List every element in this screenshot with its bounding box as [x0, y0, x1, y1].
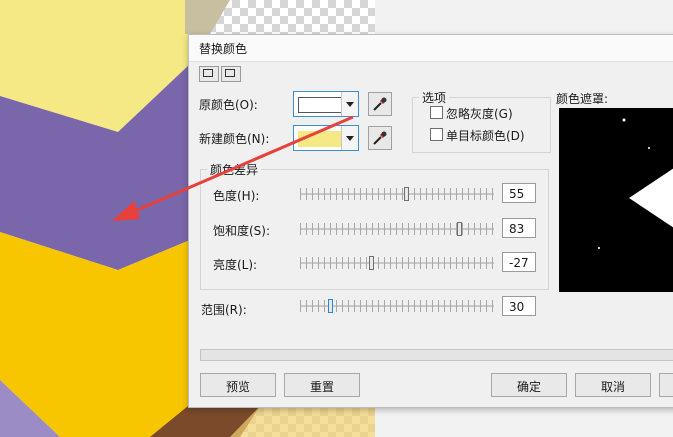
range-slider[interactable] [300, 299, 494, 313]
ignore-gray-checkbox[interactable] [430, 106, 443, 119]
single-view-icon [225, 69, 235, 77]
slider-thumb[interactable] [328, 299, 333, 313]
lightness-label: 亮度(L): [213, 258, 258, 272]
hue-label: 色度(H): [213, 189, 260, 203]
single-target-label: 单目标颜色(D) [446, 129, 525, 143]
dialog-titlebar: 替换颜色 [189, 35, 673, 62]
split-view-button[interactable] [199, 66, 219, 82]
original-color-dropdown[interactable] [293, 91, 359, 117]
saturation-slider[interactable] [300, 222, 494, 236]
slider-ticks [300, 257, 494, 269]
hue-value-field[interactable]: 55 [502, 183, 536, 203]
color-mask-preview [559, 108, 673, 292]
mask-shape [598, 118, 673, 249]
dialog-title: 替换颜色 [199, 42, 248, 56]
original-color-swatch [298, 97, 342, 113]
slider-thumb[interactable] [457, 222, 462, 236]
ignore-gray-label: 忽略灰度(G) [446, 107, 513, 121]
single-target-checkbox[interactable] [430, 128, 443, 141]
slider-ticks [300, 223, 494, 235]
saturation-value-field[interactable]: 83 [502, 218, 536, 238]
slider-thumb[interactable] [404, 187, 409, 201]
progress-bar [200, 349, 673, 361]
lightness-value-field[interactable]: -27 [502, 252, 536, 272]
ok-button[interactable]: 确定 [491, 373, 567, 397]
new-color-dropdown[interactable] [293, 125, 359, 151]
help-button[interactable] [659, 373, 673, 397]
chevron-down-icon [341, 92, 358, 116]
cancel-button[interactable]: 取消 [575, 373, 651, 397]
lightness-slider[interactable] [300, 256, 494, 270]
slider-thumb[interactable] [369, 256, 374, 270]
original-eyedropper-button[interactable] [368, 92, 392, 116]
eyedropper-icon [373, 131, 387, 145]
color-mask-label: 颜色遮罩: [556, 92, 609, 106]
chevron-down-icon [341, 126, 358, 150]
new-color-label: 新建颜色(N): [199, 132, 270, 146]
saturation-label: 饱和度(S): [213, 224, 271, 238]
new-eyedropper-button[interactable] [368, 126, 392, 150]
color-diff-group-label: 颜色差异 [207, 161, 262, 178]
reset-button[interactable]: 重置 [284, 373, 360, 397]
single-view-button[interactable] [221, 66, 241, 82]
hue-slider[interactable] [300, 187, 494, 201]
eyedropper-icon [373, 97, 387, 111]
split-view-icon [203, 69, 213, 77]
preview-button[interactable]: 预览 [200, 373, 276, 397]
range-value-field[interactable]: 30 [502, 296, 536, 316]
options-group-label: 选项 [419, 89, 450, 106]
new-color-swatch [298, 131, 342, 147]
range-label: 范围(R): [201, 303, 247, 317]
slider-ticks [300, 188, 494, 200]
replace-color-dialog: 替换颜色 原颜色(O): 新建颜色(N): 选项 忽略灰度(G) 单目标颜色(D… [188, 34, 673, 408]
original-color-label: 原颜色(O): [199, 98, 258, 112]
